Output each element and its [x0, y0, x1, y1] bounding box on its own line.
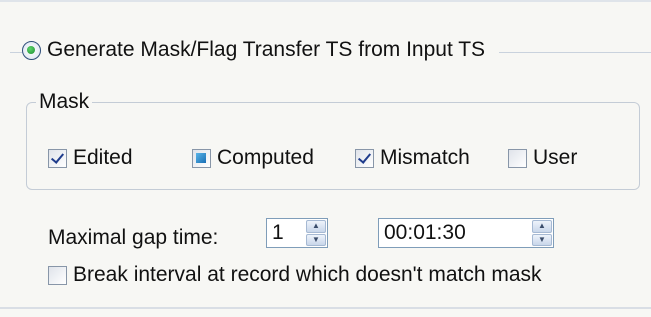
gap-count-value[interactable]: 1 [267, 221, 306, 245]
spin-down-icon[interactable]: ▼ [306, 233, 326, 246]
gap-time-value[interactable]: 00:01:30 [379, 221, 532, 245]
mismatch-checkbox-label: Mismatch [380, 146, 470, 169]
generate-mask-radio-label: Generate Mask/Flag Transfer TS from Inpu… [47, 38, 486, 61]
computed-checkbox[interactable]: Computed [192, 146, 314, 170]
generate-mask-radio[interactable]: Generate Mask/Flag Transfer TS from Inpu… [22, 38, 500, 62]
spin-up-icon[interactable]: ▲ [532, 220, 552, 233]
checkbox-checked-icon [48, 148, 67, 168]
spin-up-icon[interactable]: ▲ [306, 220, 326, 233]
checkbox-unchecked-icon [48, 265, 67, 285]
radio-selected-icon [22, 40, 41, 60]
mismatch-checkbox[interactable]: Mismatch [355, 146, 470, 170]
checkbox-indeterminate-icon [192, 148, 211, 168]
maximal-gap-time-label: Maximal gap time: [48, 226, 219, 249]
bottom-separator [0, 307, 651, 309]
gap-count-spinner[interactable]: 1 ▲ ▼ [266, 218, 328, 248]
edited-checkbox[interactable]: Edited [48, 146, 133, 170]
edited-checkbox-label: Edited [73, 146, 133, 169]
mask-group-title: Mask [36, 90, 93, 114]
computed-checkbox-label: Computed [217, 146, 314, 169]
gap-time-spinner[interactable]: 00:01:30 ▲ ▼ [378, 218, 554, 248]
user-checkbox-label: User [533, 146, 578, 169]
user-checkbox[interactable]: User [508, 146, 577, 170]
top-separator [0, 0, 651, 2]
break-interval-checkbox[interactable]: Break interval at record which doesn't m… [48, 263, 542, 287]
checkbox-unchecked-icon [508, 148, 527, 168]
spin-down-icon[interactable]: ▼ [532, 233, 552, 246]
checkbox-checked-icon [355, 148, 374, 168]
break-interval-label: Break interval at record which doesn't m… [73, 263, 542, 286]
